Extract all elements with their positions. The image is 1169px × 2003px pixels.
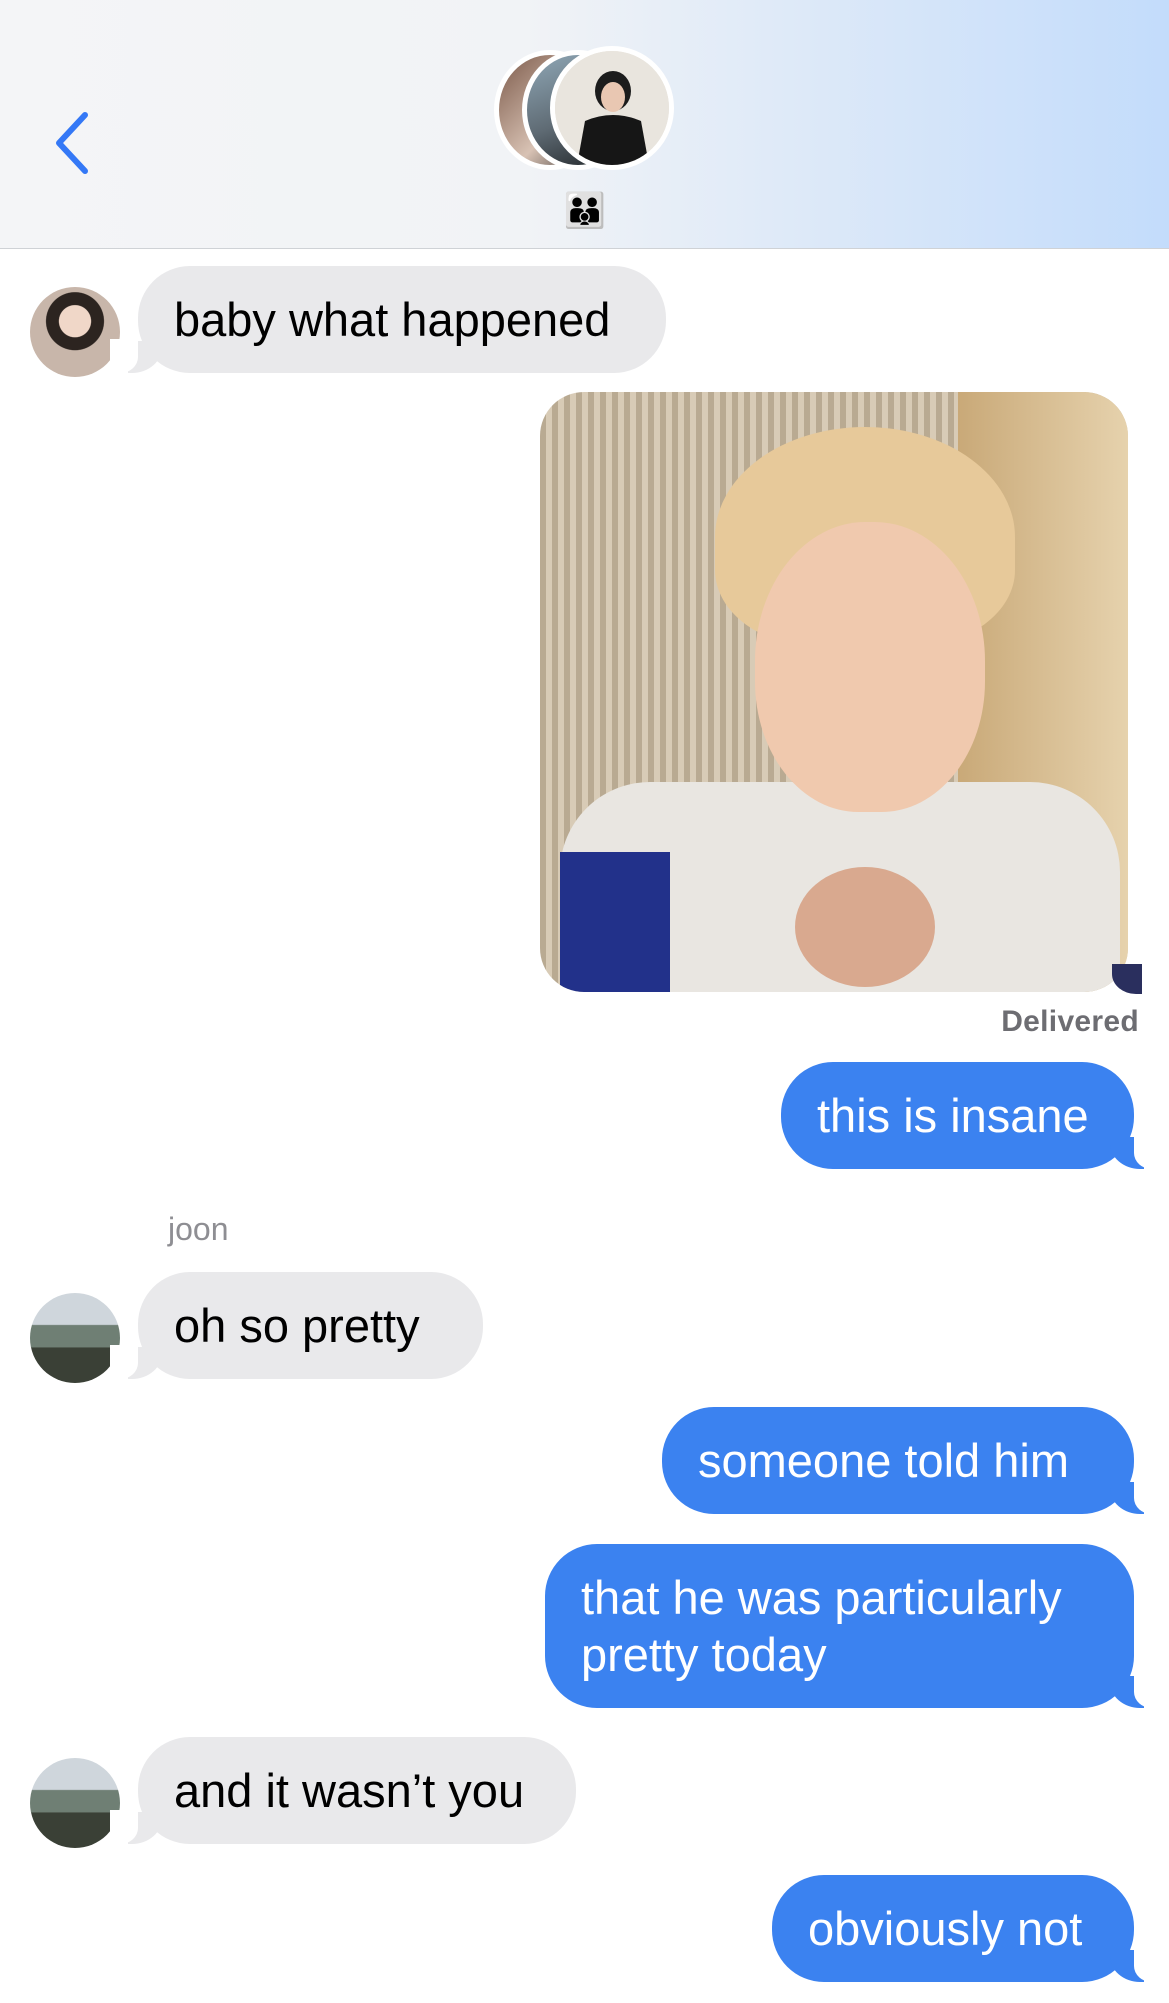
message-bubble-outgoing[interactable]: someone told him <box>662 1407 1162 1514</box>
conversation-header: 👨‍👨‍👦 <box>0 0 1169 249</box>
avatar[interactable] <box>30 287 120 377</box>
group-avatar-stack[interactable] <box>490 46 680 176</box>
message-bubble-outgoing[interactable]: obviously not <box>772 1875 1162 1982</box>
message-text: and it wasn’t you <box>174 1764 525 1817</box>
sender-name: joon <box>168 1211 229 1247</box>
message-text: that he was particularly pretty today <box>581 1571 1062 1681</box>
message-text: someone told him <box>698 1434 1069 1487</box>
chevron-left-icon <box>56 112 88 174</box>
message-text: obviously not <box>808 1902 1083 1955</box>
message-bubble-outgoing[interactable]: that he was particularly pretty today <box>545 1544 1162 1708</box>
message-text: this is insane <box>817 1089 1089 1142</box>
back-button[interactable] <box>46 108 96 178</box>
avatar[interactable] <box>30 1293 120 1383</box>
message-text: oh so pretty <box>174 1299 420 1352</box>
image-message[interactable] <box>540 392 1128 992</box>
message-bubble-incoming[interactable]: oh so pretty <box>110 1272 483 1379</box>
message-bubble-outgoing[interactable]: this is insane <box>781 1062 1162 1169</box>
avatar[interactable] <box>30 1758 120 1848</box>
delivery-status: Delivered <box>1001 1005 1139 1038</box>
message-bubble-incoming[interactable]: baby what happened <box>110 266 666 373</box>
message-text: baby what happened <box>174 293 611 346</box>
message-bubble-incoming[interactable]: and it wasn’t you <box>110 1737 576 1844</box>
group-name-emoji[interactable]: 👨‍👨‍👦 <box>560 190 610 232</box>
group-member-avatar <box>550 46 674 170</box>
